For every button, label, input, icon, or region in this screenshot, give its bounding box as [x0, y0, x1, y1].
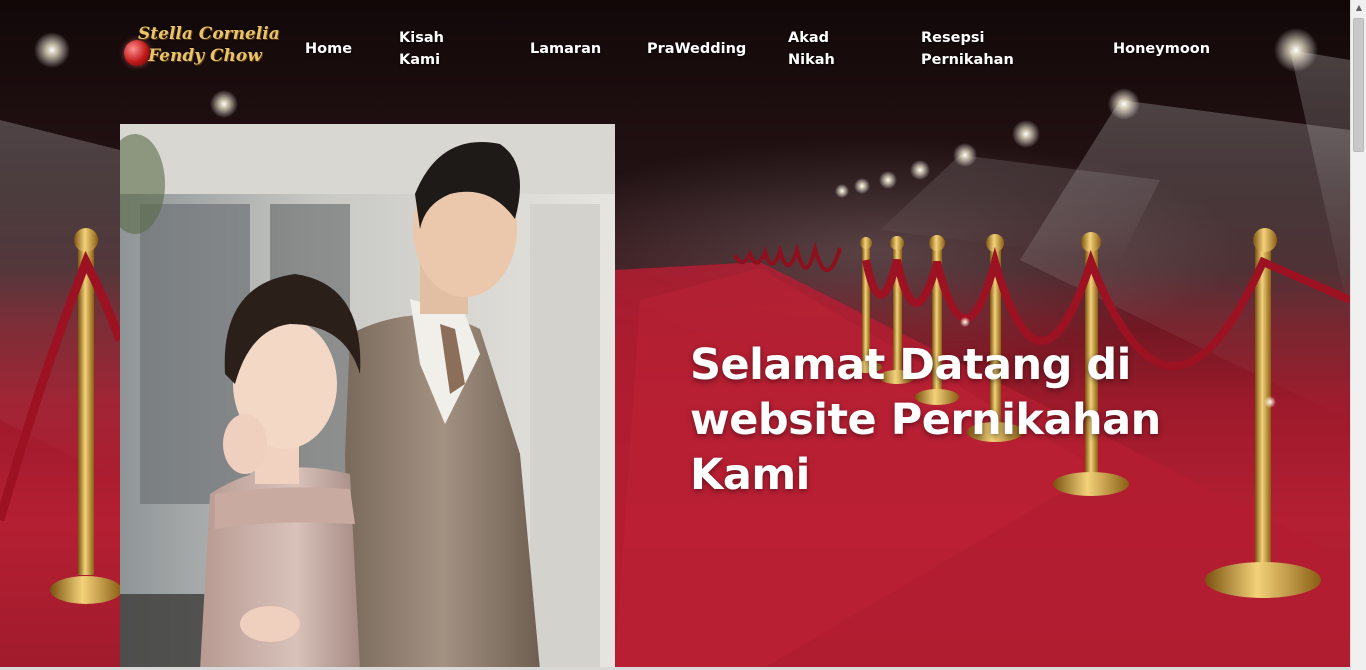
site-header: Stella Cornelia Fendy Chow Home Kisah Ka…: [0, 0, 1350, 100]
site-logo[interactable]: Stella Cornelia Fendy Chow: [120, 22, 280, 74]
vertical-scrollbar[interactable]: ▲: [1350, 0, 1366, 670]
nav-kisah-kami[interactable]: Kisah Kami: [399, 27, 459, 71]
scrollbar-thumb[interactable]: [1353, 18, 1364, 152]
couple-photo: [120, 124, 615, 670]
nav-resepsi-pernikahan[interactable]: Resepsi Pernikahan: [921, 27, 1031, 71]
nav-prawedding[interactable]: PraWedding: [647, 38, 746, 60]
couple-photo-illustration: [120, 124, 615, 670]
scroll-up-arrow-icon[interactable]: ▲: [1351, 0, 1366, 16]
logo-line-2: Fendy Chow: [148, 46, 262, 66]
hero-heading: Selamat Datang di website Pernikahan Kam…: [690, 340, 1161, 500]
browser-viewport: Stella Cornelia Fendy Chow Home Kisah Ka…: [0, 0, 1366, 670]
logo-line-1: Stella Cornelia: [138, 24, 280, 44]
nav-honeymoon[interactable]: Honeymoon: [1113, 38, 1210, 60]
nav-akad-nikah[interactable]: Akad Nikah: [788, 27, 848, 71]
nav-home[interactable]: Home: [305, 38, 352, 60]
nav-lamaran[interactable]: Lamaran: [530, 38, 601, 60]
